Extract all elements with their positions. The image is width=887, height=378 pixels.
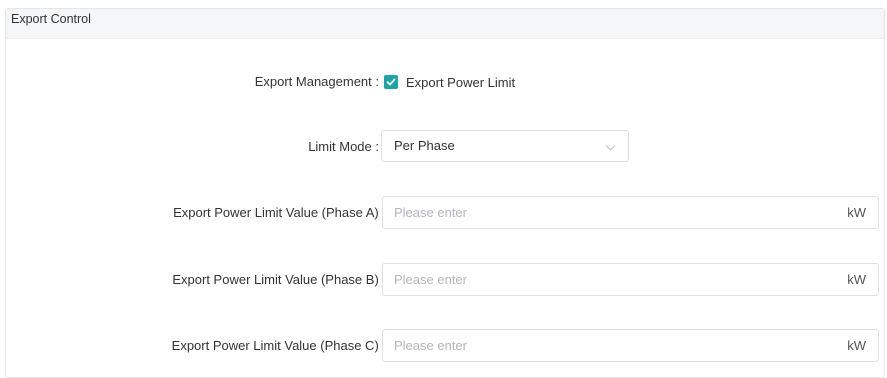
phase-a-row: Export Power Limit Value (Phase A) : kW (6, 196, 884, 230)
panel-header: Export Control (6, 9, 884, 39)
export-management-label: Export Management : (254, 74, 379, 89)
phase-a-input[interactable] (383, 197, 823, 228)
phase-b-input-wrapper[interactable]: kW (382, 263, 879, 296)
phase-a-unit: kW (847, 205, 866, 220)
chevron-down-icon (605, 140, 616, 158)
phase-b-input[interactable] (383, 264, 823, 295)
export-management-row: Export Management : Export Power Limit (6, 65, 884, 99)
limit-mode-selected-value: Per Phase (394, 138, 455, 153)
panel-title: Export Control (11, 12, 91, 26)
phase-c-unit: kW (847, 338, 866, 353)
limit-mode-label: Limit Mode : (308, 139, 379, 154)
phase-c-input-wrapper[interactable]: kW (382, 329, 879, 362)
phase-b-row: Export Power Limit Value (Phase B) : kW (6, 263, 884, 297)
checkmark-icon[interactable] (384, 75, 398, 89)
export-power-limit-label[interactable]: Export Power Limit (406, 75, 515, 90)
limit-mode-select[interactable]: Per Phase (381, 130, 629, 162)
phase-a-label: Export Power Limit Value (Phase A) : (173, 205, 386, 220)
phase-b-unit: kW (847, 272, 866, 287)
limit-mode-row: Limit Mode : Per Phase (6, 130, 884, 164)
phase-c-row: Export Power Limit Value (Phase C) : kW (6, 329, 884, 363)
phase-c-label: Export Power Limit Value (Phase C) : (171, 338, 386, 353)
phase-a-input-wrapper[interactable]: kW (382, 196, 879, 229)
phase-b-label: Export Power Limit Value (Phase B) : (172, 272, 386, 287)
export-control-panel: Export Control Export Management : Expor… (5, 8, 885, 378)
export-power-limit-checkbox[interactable]: Export Power Limit (384, 65, 515, 99)
phase-c-input[interactable] (383, 330, 823, 361)
